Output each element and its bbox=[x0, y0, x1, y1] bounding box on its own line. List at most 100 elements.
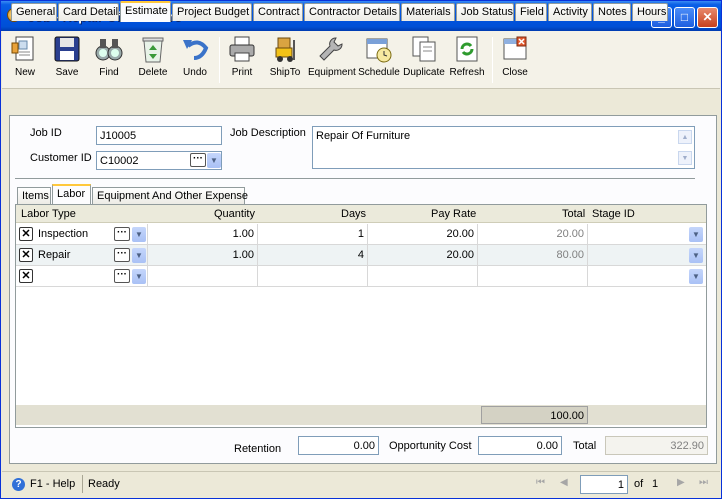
table-row[interactable]: ✕ Repair ··· ▼ 1.00 4 20.00 80.00 ▼ bbox=[16, 245, 706, 266]
stage-id-dropdown-button[interactable]: ▼ bbox=[689, 248, 703, 263]
delete-row-icon[interactable]: ✕ bbox=[19, 248, 33, 262]
labor-type-dropdown-button[interactable]: ▼ bbox=[132, 227, 146, 242]
subtab-labor[interactable]: Labor bbox=[52, 184, 91, 204]
page-number-field[interactable]: 1 bbox=[580, 475, 628, 494]
labor-type-lookup-button[interactable]: ··· bbox=[114, 269, 130, 283]
calendar-clock-icon bbox=[366, 38, 392, 63]
tab-activity[interactable]: Activity bbox=[548, 3, 592, 21]
new-button[interactable]: New bbox=[8, 34, 42, 88]
pay-rate-cell[interactable]: 20.00 bbox=[368, 224, 478, 244]
quantity-cell[interactable]: 1.00 bbox=[147, 224, 258, 244]
grid-total-value: 100.00 bbox=[481, 406, 588, 424]
column-header-stage-id[interactable]: Stage ID bbox=[592, 208, 635, 220]
tab-general[interactable]: General bbox=[11, 3, 57, 21]
labor-type-dropdown-button[interactable]: ▼ bbox=[132, 248, 146, 263]
tab-notes[interactable]: Notes bbox=[593, 3, 631, 21]
table-row[interactable]: ✕ Inspection ··· ▼ 1.00 1 20.00 20.00 ▼ bbox=[16, 224, 706, 245]
labor-grid: Labor Type Quantity Days Pay Rate Total … bbox=[15, 204, 707, 428]
tab-card-detail[interactable]: Card Detail bbox=[58, 3, 119, 21]
tab-materials[interactable]: Materials bbox=[401, 3, 455, 21]
help-icon[interactable]: ? bbox=[12, 478, 25, 491]
undo-button[interactable]: Undo bbox=[178, 34, 212, 88]
description-scroll-down-icon[interactable]: ▼ bbox=[678, 151, 692, 165]
tab-contract[interactable]: Contract bbox=[253, 3, 303, 21]
maximize-button[interactable]: □ bbox=[674, 7, 695, 28]
labor-type-cell[interactable]: Inspection bbox=[35, 224, 147, 244]
status-bar: ? F1 - Help Ready ⏮ ◀ 1 of 1 ▶ ⏭ bbox=[2, 471, 720, 497]
labor-type-lookup-button[interactable]: ··· bbox=[114, 227, 130, 241]
close-window-button[interactable]: ✕ bbox=[697, 7, 718, 28]
job-description-field[interactable]: Repair Of Furniture bbox=[312, 126, 695, 169]
refresh-button[interactable]: Refresh bbox=[448, 34, 486, 88]
labor-type-dropdown-button[interactable]: ▼ bbox=[132, 269, 146, 284]
print-button[interactable]: Print bbox=[224, 34, 260, 88]
next-page-icon[interactable]: ▶ bbox=[677, 477, 685, 488]
description-scroll-up-icon[interactable]: ▲ bbox=[678, 130, 692, 144]
subtab-equipment-expense[interactable]: Equipment And Other Expense bbox=[92, 187, 248, 204]
stage-id-dropdown-button[interactable]: ▼ bbox=[689, 227, 703, 242]
delete-button[interactable]: Delete bbox=[134, 34, 172, 88]
shipto-button[interactable]: ShipTo bbox=[266, 34, 304, 88]
labor-type-lookup-button[interactable]: ··· bbox=[114, 248, 130, 262]
customer-lookup-button[interactable]: ··· bbox=[190, 153, 206, 167]
undo-arrow-icon bbox=[183, 40, 209, 60]
column-header-total[interactable]: Total bbox=[562, 208, 585, 220]
retention-field[interactable]: 0.00 bbox=[298, 436, 379, 455]
customer-dropdown-button[interactable]: ▼ bbox=[207, 153, 221, 168]
column-header-labor-type[interactable]: Labor Type bbox=[21, 208, 76, 220]
tab-hours[interactable]: Hours bbox=[632, 3, 668, 21]
job-id-field[interactable]: J10005 bbox=[96, 126, 222, 145]
save-button[interactable]: Save bbox=[50, 34, 84, 88]
job-id-label: Job ID bbox=[30, 127, 62, 139]
table-row[interactable]: ✕ ··· ▼ ▼ bbox=[16, 266, 706, 287]
opportunity-cost-field[interactable]: 0.00 bbox=[478, 436, 562, 455]
delete-row-icon[interactable]: ✕ bbox=[19, 269, 33, 283]
retention-label: Retention bbox=[234, 443, 282, 455]
tab-contractor-details[interactable]: Contractor Details bbox=[304, 3, 400, 21]
schedule-button[interactable]: Schedule bbox=[358, 34, 400, 88]
tab-estimate[interactable]: Estimate bbox=[120, 1, 171, 22]
quantity-cell[interactable] bbox=[147, 266, 258, 286]
delete-row-icon[interactable]: ✕ bbox=[19, 227, 33, 241]
first-page-icon[interactable]: ⏮ bbox=[536, 477, 545, 488]
total-field: 322.90 bbox=[605, 436, 708, 455]
equipment-button[interactable]: Equipment bbox=[308, 34, 356, 88]
find-button[interactable]: Find bbox=[92, 34, 126, 88]
total-cell: 20.00 bbox=[478, 224, 588, 244]
subtab-items[interactable]: Items bbox=[17, 187, 51, 204]
page-of-label: of bbox=[634, 478, 644, 490]
duplicate-button[interactable]: Duplicate bbox=[402, 34, 446, 88]
toolbar: New Save Find Delete Undo Print ShipTo E… bbox=[2, 31, 720, 89]
previous-page-icon[interactable]: ◀ bbox=[560, 477, 568, 488]
total-cell bbox=[478, 266, 588, 286]
job-window: Job - Repair Of Furniture _ □ ✕ New Save… bbox=[0, 0, 722, 499]
opportunity-cost-label: Opportunity Cost bbox=[389, 440, 472, 452]
tab-job-status[interactable]: Job Status bbox=[456, 3, 514, 21]
toolbar-separator bbox=[219, 37, 220, 83]
status-divider bbox=[82, 475, 83, 493]
days-cell[interactable]: 4 bbox=[258, 245, 368, 265]
wrench-icon bbox=[319, 37, 343, 61]
tab-project-budget[interactable]: Project Budget bbox=[172, 3, 252, 21]
job-description-label: Job Description bbox=[230, 127, 306, 139]
pay-rate-cell[interactable]: 20.00 bbox=[368, 245, 478, 265]
column-header-days[interactable]: Days bbox=[341, 208, 366, 220]
help-hint[interactable]: F1 - Help bbox=[30, 478, 75, 490]
grid-header: Labor Type Quantity Days Pay Rate Total … bbox=[16, 205, 706, 223]
tab-field[interactable]: Field bbox=[515, 3, 547, 21]
labor-type-cell[interactable]: Repair bbox=[35, 245, 147, 265]
quantity-cell[interactable]: 1.00 bbox=[147, 245, 258, 265]
days-cell[interactable]: 1 bbox=[258, 224, 368, 244]
column-header-pay-rate[interactable]: Pay Rate bbox=[431, 208, 476, 220]
last-page-icon[interactable]: ⏭ bbox=[699, 477, 708, 488]
form-divider bbox=[15, 178, 695, 179]
refresh-icon bbox=[456, 36, 478, 62]
new-document-icon bbox=[11, 36, 34, 61]
pay-rate-cell[interactable] bbox=[368, 266, 478, 286]
close-button[interactable]: Close bbox=[498, 34, 532, 88]
labor-type-cell[interactable] bbox=[35, 266, 147, 286]
column-header-quantity[interactable]: Quantity bbox=[214, 208, 255, 220]
days-cell[interactable] bbox=[258, 266, 368, 286]
stage-id-dropdown-button[interactable]: ▼ bbox=[689, 269, 703, 284]
grid-footer: 100.00 bbox=[16, 405, 706, 425]
